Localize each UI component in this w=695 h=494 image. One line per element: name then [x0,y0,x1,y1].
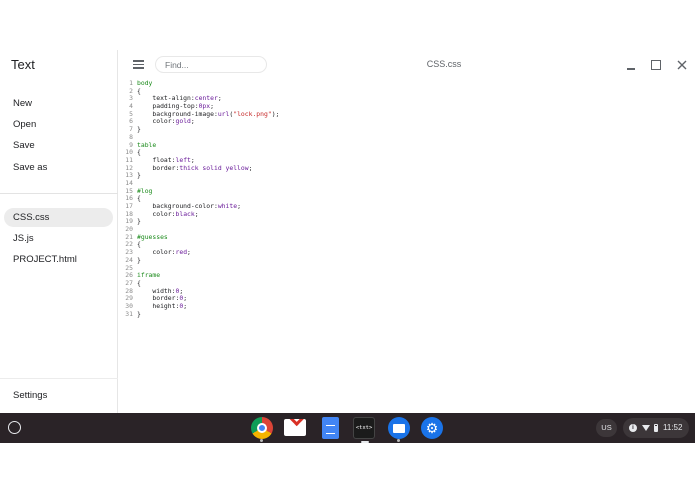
code-line[interactable]: } [137,218,279,226]
line-number-gutter: 1 2 3 4 5 6 7 8 9 10 11 12 13 14 15 16 17 18 19 20 21 22 23 24 2… [119,79,133,318]
find-input[interactable] [155,56,267,73]
code-editor[interactable]: 1 2 3 4 5 6 7 8 9 10 11 12 13 14 15 16 17 18 19 20 21 22 23 24 2… [119,79,695,413]
input-method-badge[interactable]: US [596,419,617,437]
new-button[interactable]: New [13,98,32,109]
info-icon: i [629,424,637,432]
settings-button[interactable]: Settings [13,390,47,401]
clock: 11:52 [663,423,683,432]
sidebar: Text New Open Save Save as CSS.css JS.js… [0,50,118,413]
text-app-icon[interactable]: <txt> [353,417,375,443]
open-button[interactable]: Open [13,119,36,130]
status-tray[interactable]: i 11:52 [623,418,689,438]
gmail-icon[interactable] [284,419,306,436]
code-line[interactable]: } [137,310,279,319]
document-title: CSS.css [426,59,462,69]
files-icon[interactable] [388,417,410,442]
wifi-icon [642,425,650,431]
save-as-button[interactable]: Save as [13,162,47,173]
shelf: <txt> ⚙ US i 11:52 [0,413,695,443]
save-button[interactable]: Save [13,140,35,151]
chrome-icon[interactable] [251,417,273,442]
code-line[interactable]: color:black; [137,210,279,219]
toolbar: CSS.css [119,50,695,79]
text-app-icon-label: <txt> [355,425,373,431]
code-line[interactable]: border:thick solid yellow; [137,164,279,173]
text-app-window: Text New Open Save Save as CSS.css JS.js… [0,50,695,413]
code-line[interactable]: } [137,256,279,265]
sidebar-divider [0,378,118,379]
minimize-icon[interactable] [624,58,638,72]
code-line[interactable]: color:red; [137,248,279,257]
hamburger-menu-icon[interactable] [132,58,146,71]
file-item-css[interactable]: CSS.css [4,208,113,227]
battery-icon [654,424,658,432]
sidebar-divider [0,193,118,194]
code-line[interactable]: table [137,141,279,150]
code-line[interactable]: height:0; [137,302,279,311]
file-item-js[interactable]: JS.js [4,229,113,248]
code-line[interactable]: iframe [137,271,279,280]
docs-icon[interactable] [322,417,339,439]
code-line[interactable] [137,134,279,142]
code-line[interactable] [137,180,279,188]
settings-icon[interactable]: ⚙ [421,417,443,439]
maximize-icon[interactable] [649,58,663,72]
launcher-icon[interactable] [8,421,21,434]
code-line[interactable]: color:gold; [137,118,279,126]
code-line[interactable]: body [137,79,279,88]
close-icon[interactable] [675,58,689,72]
app-title: Text [11,57,35,72]
code-line[interactable]: } [137,125,279,134]
code-line[interactable]: #log [137,187,279,196]
file-item-project-html[interactable]: PROJECT.html [4,250,113,269]
line-number: 31 [125,309,133,318]
code-content[interactable]: body{ text-align:center; padding-top:0px… [137,79,279,319]
code-line[interactable]: #guesses [137,233,279,242]
code-line[interactable]: } [137,172,279,180]
